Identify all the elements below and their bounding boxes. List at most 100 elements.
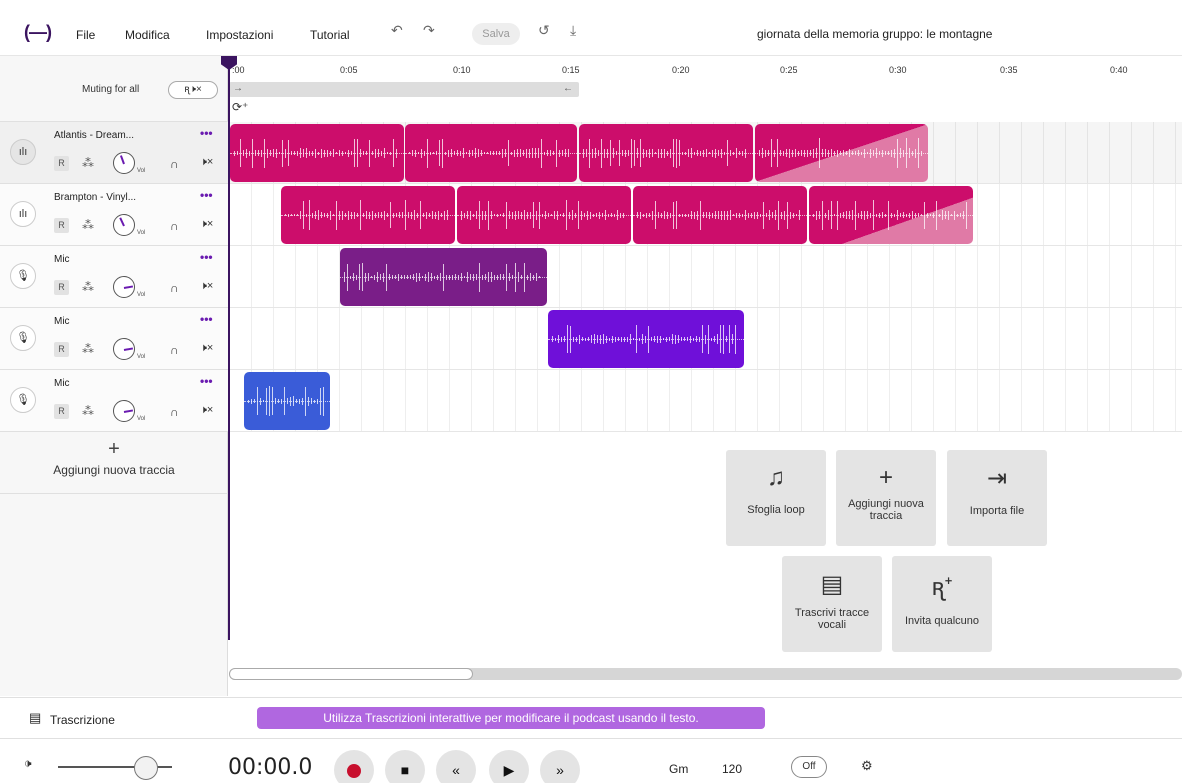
download-icon[interactable]: ⤓ (570, 22, 576, 39)
browse-loops-button[interactable]: ♫ Sfoglia loop (726, 450, 826, 546)
volume-knob[interactable] (113, 214, 135, 236)
record-arm-button[interactable]: R (54, 342, 69, 357)
solo-headphones-icon[interactable]: ∩ (170, 157, 179, 171)
undo-icon[interactable]: ↶ (391, 22, 403, 39)
audio-clip[interactable] (230, 124, 404, 182)
lane-mic-1[interactable] (229, 246, 1182, 308)
history-icon[interactable]: ↺ (538, 22, 550, 39)
mute-icon[interactable]: 🕨× (200, 404, 213, 417)
effects-icon[interactable]: ⁂ (82, 342, 94, 356)
more-options-icon[interactable]: ••• (200, 126, 213, 140)
timeline[interactable]: :00 0:05 0:10 0:15 0:20 0:25 0:30 0:35 0… (229, 56, 1182, 696)
stop-button[interactable]: ■ (385, 750, 425, 783)
import-file-button[interactable]: ⇥ Importa file (947, 450, 1047, 546)
fast-forward-button[interactable]: » (540, 750, 580, 783)
audio-clip[interactable] (457, 186, 631, 244)
more-options-icon[interactable]: ••• (200, 312, 213, 326)
effects-icon[interactable]: ⁂ (82, 218, 94, 232)
solo-headphones-icon[interactable]: ∩ (170, 343, 179, 357)
time-ruler[interactable]: :00 0:05 0:10 0:15 0:20 0:25 0:30 0:35 0… (229, 56, 1182, 80)
speaker-icon[interactable]: 🕩 (24, 756, 32, 771)
volume-knob[interactable] (113, 400, 135, 422)
record-button[interactable] (334, 750, 374, 783)
menu-impostazioni[interactable]: Impostazioni (206, 28, 273, 42)
track-name[interactable]: Mic (54, 378, 70, 389)
project-title[interactable]: giornata della memoria gruppo: le montag… (757, 27, 992, 41)
key-selector[interactable]: Gm (669, 762, 688, 776)
waveform-icon[interactable]: ılı (10, 139, 36, 165)
record-arm-button[interactable]: R (54, 156, 69, 171)
transcript-toggle[interactable]: Trascrizione (50, 713, 115, 727)
track-control-mic-3[interactable]: 🎙 Mic ••• R ⁂ Vol ∩ 🕨× (0, 370, 228, 432)
track-grid[interactable] (229, 122, 1182, 432)
microphone-icon[interactable]: 🎙 (10, 325, 36, 351)
track-name[interactable]: Mic (54, 254, 70, 265)
master-volume-thumb[interactable] (134, 756, 158, 780)
audio-clip[interactable] (548, 310, 744, 368)
audio-clip[interactable] (809, 186, 973, 244)
volume-knob[interactable] (113, 276, 135, 298)
play-button[interactable]: ▶ (489, 750, 529, 783)
redo-icon[interactable]: ↷ (423, 22, 435, 39)
track-control-mic-1[interactable]: 🎙 Mic ••• R ⁂ Vol ∩ 🕨× (0, 246, 228, 308)
mute-icon[interactable]: 🕨× (200, 156, 213, 169)
volume-knob[interactable] (113, 152, 135, 174)
mute-icon[interactable]: 🕨× (200, 218, 213, 231)
audio-clip[interactable] (405, 124, 577, 182)
lane-atlantis[interactable] (229, 122, 1182, 184)
effects-icon[interactable]: ⁂ (82, 280, 94, 294)
solo-headphones-icon[interactable]: ∩ (170, 405, 179, 419)
horizontal-scrollbar[interactable] (229, 668, 1182, 680)
settings-gear-icon[interactable]: ⚙ (861, 758, 873, 774)
menu-file[interactable]: File (76, 28, 95, 42)
record-arm-button[interactable]: R (54, 280, 69, 295)
audio-clip[interactable] (244, 372, 330, 430)
mute-icon[interactable]: 🕨× (200, 280, 213, 293)
more-options-icon[interactable]: ••• (200, 374, 213, 388)
add-track-button[interactable]: + Aggiungi nuova traccia (0, 432, 228, 494)
loop-region-bar[interactable]: → ← (229, 82, 579, 97)
add-loop-icon[interactable]: ⟳⁺ (232, 100, 248, 114)
bpm-field[interactable]: 120 (722, 762, 742, 776)
playhead[interactable] (228, 56, 230, 640)
track-control-brampton[interactable]: ılı Brampton - Vinyl... ••• R ⁂ Vol ∩ 🕨× (0, 184, 228, 246)
solo-headphones-icon[interactable]: ∩ (170, 281, 179, 295)
audio-clip[interactable] (755, 124, 928, 182)
track-control-atlantis[interactable]: ılı Atlantis - Dream... ••• R ⁂ Vol ∩ 🕨× (0, 122, 228, 184)
transcript-promo-banner[interactable]: Utilizza Trascrizioni interattive per mo… (257, 707, 765, 729)
app-logo[interactable]: (—) (24, 22, 52, 43)
more-options-icon[interactable]: ••• (200, 188, 213, 202)
track-name[interactable]: Brampton - Vinyl... (54, 192, 136, 203)
record-arm-button[interactable]: R (54, 404, 69, 419)
menu-modifica[interactable]: Modifica (125, 28, 170, 42)
scrollbar-thumb[interactable] (229, 668, 473, 680)
transcript-document-icon[interactable]: ▤ (29, 710, 41, 726)
save-button[interactable]: Salva (472, 23, 520, 45)
lane-mic-2[interactable] (229, 308, 1182, 370)
record-arm-button[interactable]: R (54, 218, 69, 233)
transcribe-tracks-button[interactable]: ▤ Trascrivi tracce vocali (782, 556, 882, 652)
audio-clip[interactable] (579, 124, 753, 182)
more-options-icon[interactable]: ••• (200, 250, 213, 264)
effects-icon[interactable]: ⁂ (82, 404, 94, 418)
menu-tutorial[interactable]: Tutorial (310, 28, 350, 42)
mute-all-button[interactable]: ꭆ🕨× (168, 81, 218, 99)
metronome-toggle[interactable]: Off (791, 756, 827, 778)
audio-clip[interactable] (281, 186, 455, 244)
lane-brampton[interactable] (229, 184, 1182, 246)
audio-clip[interactable] (633, 186, 807, 244)
lane-mic-3[interactable] (229, 370, 1182, 432)
add-new-track-button[interactable]: + Aggiungi nuova traccia (836, 450, 936, 546)
track-name[interactable]: Atlantis - Dream... (54, 130, 134, 141)
effects-icon[interactable]: ⁂ (82, 156, 94, 170)
waveform-icon[interactable]: ılı (10, 201, 36, 227)
audio-clip[interactable] (340, 248, 547, 306)
rewind-button[interactable]: « (436, 750, 476, 783)
invite-someone-button[interactable]: ꭆ⁺ Invita qualcuno (892, 556, 992, 652)
microphone-icon[interactable]: 🎙 (10, 263, 36, 289)
track-name[interactable]: Mic (54, 316, 70, 327)
microphone-icon[interactable]: 🎙 (10, 387, 36, 413)
mute-icon[interactable]: 🕨× (200, 342, 213, 355)
volume-knob[interactable] (113, 338, 135, 360)
track-control-mic-2[interactable]: 🎙 Mic ••• R ⁂ Vol ∩ 🕨× (0, 308, 228, 370)
